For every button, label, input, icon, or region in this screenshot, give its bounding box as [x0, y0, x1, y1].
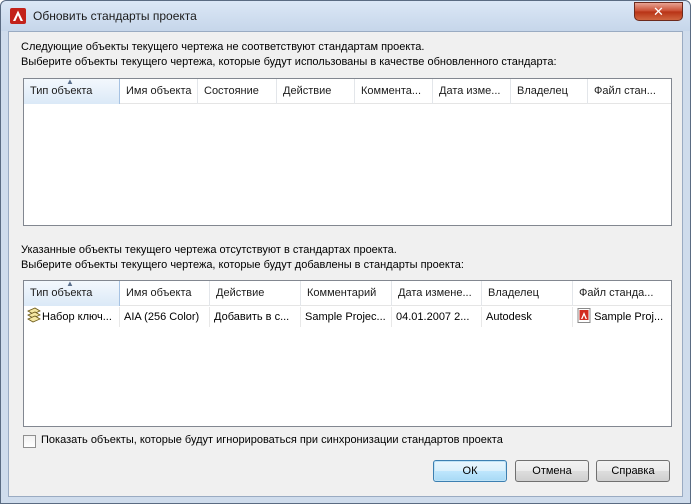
top-section-instruction: Выберите объекты текущего чертежа, котор… — [21, 56, 557, 68]
top-section-description: Следующие объекты текущего чертежа не со… — [21, 41, 425, 53]
cancel-button[interactable]: Отмена — [515, 460, 589, 482]
dialog-window: Обновить стандарты проекта ✕ Следующие о… — [0, 0, 691, 504]
bottom-section-description: Указанные объекты текущего чертежа отсут… — [21, 244, 397, 256]
show-ignored-checkbox[interactable] — [23, 435, 36, 448]
list-header: ▲ Тип объекта Имя объекта Состояние Дейс… — [24, 79, 671, 104]
cell-object-name: AIA (256 Color) — [120, 307, 210, 327]
column-header-action[interactable]: Действие — [210, 281, 301, 306]
cell-standards-file: Sample Proj... — [573, 307, 671, 327]
column-header-comment[interactable]: Комментарий — [301, 281, 392, 306]
missing-objects-list[interactable]: ▲ Тип объекта Имя объекта Действие Комме… — [23, 280, 672, 427]
column-header-action[interactable]: Действие — [277, 79, 355, 104]
column-header-comment[interactable]: Коммента... — [355, 79, 433, 104]
column-header-status[interactable]: Состояние — [198, 79, 277, 104]
bottom-section-instruction: Выберите объекты текущего чертежа, котор… — [21, 259, 464, 271]
column-label: Тип объекта — [30, 287, 93, 299]
sort-ascending-icon: ▲ — [66, 79, 74, 86]
layer-key-icon — [27, 307, 41, 323]
standards-file-text: Sample Proj... — [594, 311, 664, 323]
column-header-owner[interactable]: Владелец — [482, 281, 573, 306]
show-ignored-label[interactable]: Показать объекты, которые будут игнориро… — [41, 434, 503, 446]
column-header-date[interactable]: Дата изме... — [433, 79, 511, 104]
help-button[interactable]: Справка — [596, 460, 670, 482]
list-header: ▲ Тип объекта Имя объекта Действие Комме… — [24, 281, 671, 306]
nonstandard-objects-list[interactable]: ▲ Тип объекта Имя объекта Состояние Дейс… — [23, 78, 672, 226]
cell-date: 04.01.2007 2... — [392, 307, 482, 327]
cell-action: Добавить в с... — [210, 307, 301, 327]
close-button[interactable]: ✕ — [634, 2, 683, 21]
sort-ascending-icon: ▲ — [66, 281, 74, 288]
column-header-date[interactable]: Дата измене... — [392, 281, 482, 306]
column-label: Тип объекта — [30, 85, 93, 97]
column-header-object-name[interactable]: Имя объекта — [120, 79, 198, 104]
column-header-owner[interactable]: Владелец — [511, 79, 588, 104]
column-header-object-type[interactable]: ▲ Тип объекта — [24, 79, 120, 104]
table-row[interactable]: Набор ключ... AIA (256 Color) Добавить в… — [24, 307, 671, 327]
title-bar[interactable]: Обновить стандарты проекта ✕ — [1, 1, 690, 31]
column-header-standards-file[interactable]: Файл станда... — [573, 281, 671, 306]
dialog-title: Обновить стандарты проекта — [33, 9, 197, 23]
cell-object-type: Набор ключ... — [24, 307, 120, 327]
dialog-body: Следующие объекты текущего чертежа не со… — [8, 31, 683, 497]
cell-owner: Autodesk — [482, 307, 573, 327]
column-header-object-name[interactable]: Имя объекта — [120, 281, 210, 306]
object-type-text: Набор ключ... — [42, 311, 112, 323]
column-header-object-type[interactable]: ▲ Тип объекта — [24, 281, 120, 306]
column-header-standards-file[interactable]: Файл стан... — [588, 79, 671, 104]
cell-comment: Sample Projec... — [301, 307, 392, 327]
autocad-logo-icon — [10, 8, 26, 24]
ok-button[interactable]: ОК — [433, 460, 507, 482]
autocad-file-icon — [577, 308, 591, 323]
